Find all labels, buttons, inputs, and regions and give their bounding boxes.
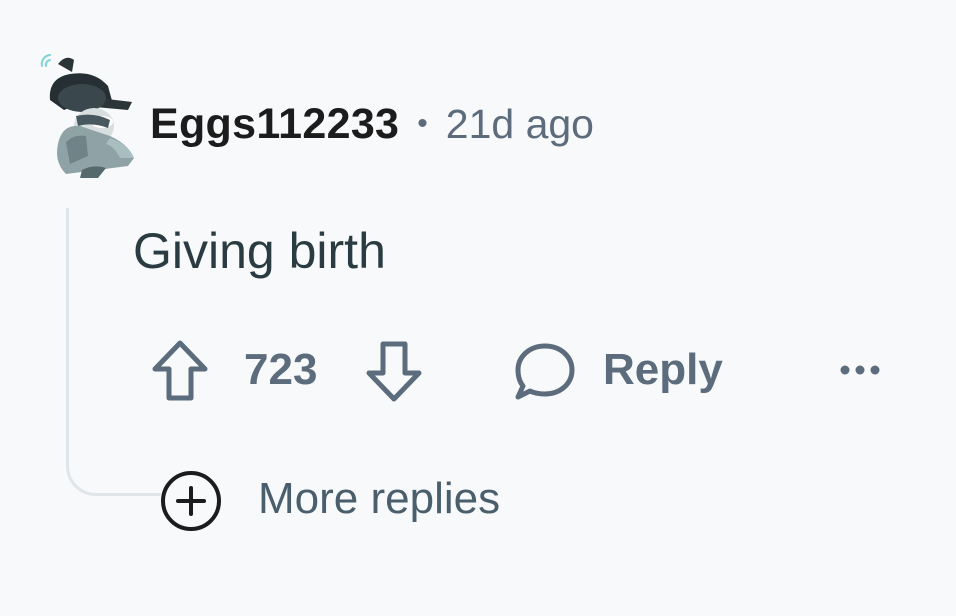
- username-link[interactable]: Eggs112233: [150, 100, 399, 149]
- comment-timestamp[interactable]: 21d ago: [446, 101, 594, 148]
- upvote-icon[interactable]: [150, 340, 210, 402]
- more-options-icon[interactable]: [838, 362, 882, 378]
- comment-header: Eggs112233 • 21d ago: [150, 96, 594, 152]
- reply-button[interactable]: Reply: [603, 345, 723, 395]
- plus-circle-icon[interactable]: [160, 470, 222, 532]
- more-replies-link[interactable]: More replies: [258, 474, 500, 524]
- comment-body: Giving birth: [133, 223, 386, 279]
- meta-separator: •: [417, 107, 428, 140]
- user-avatar[interactable]: [36, 46, 138, 180]
- vote-count: 723: [244, 345, 318, 394]
- speech-bubble-icon[interactable]: [514, 342, 576, 402]
- downvote-icon[interactable]: [364, 340, 424, 402]
